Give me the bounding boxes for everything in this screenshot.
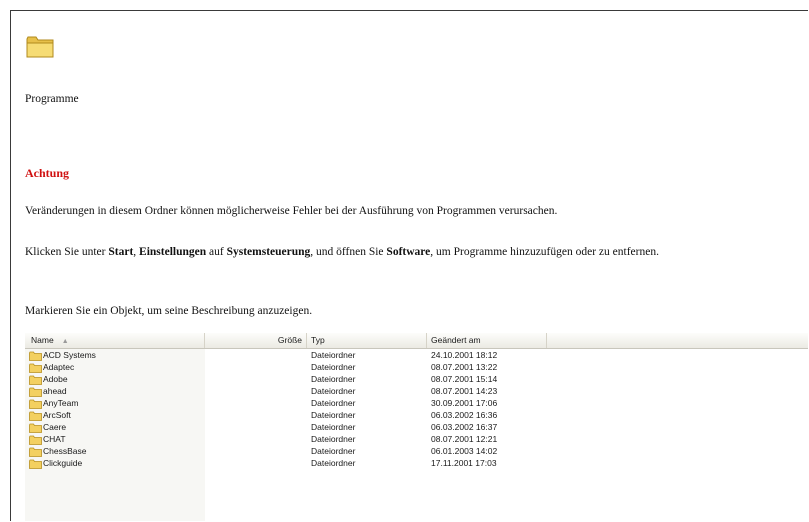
- folder-icon: [29, 387, 42, 397]
- item-modified: 08.07.2001 14:23: [431, 386, 498, 396]
- item-modified: 08.07.2001 15:14: [431, 374, 498, 384]
- item-type: Dateiordner: [311, 386, 356, 396]
- folder-icon: [29, 447, 42, 457]
- list-item[interactable]: ChessBase Dateiordner 06.01.2003 14:02: [25, 446, 808, 457]
- column-header-label: Name: [31, 335, 54, 345]
- control-panel-link[interactable]: Systemsteuerung: [227, 246, 311, 258]
- file-list[interactable]: Name ▲ Größe Typ Geändert am ACD Systems …: [25, 333, 808, 521]
- list-item[interactable]: CHAT Dateiordner 08.07.2001 12:21: [25, 434, 808, 445]
- list-item[interactable]: Adaptec Dateiordner 08.07.2001 13:22: [25, 362, 808, 373]
- instructions-text: , um Programme hinzuzufügen oder zu entf…: [430, 246, 659, 258]
- item-modified: 08.07.2001 12:21: [431, 434, 498, 444]
- item-modified: 24.10.2001 18:12: [431, 350, 498, 360]
- folder-icon: [29, 411, 42, 421]
- item-name: AnyTeam: [43, 398, 79, 408]
- item-type: Dateiordner: [311, 350, 356, 360]
- warning-text: Veränderungen in diesem Ordner können mö…: [25, 205, 558, 217]
- list-item[interactable]: ACD Systems Dateiordner 24.10.2001 18:12: [25, 350, 808, 361]
- column-header-size[interactable]: Größe: [205, 333, 307, 348]
- item-modified: 08.07.2001 13:22: [431, 362, 498, 372]
- list-item[interactable]: ahead Dateiordner 08.07.2001 14:23: [25, 386, 808, 397]
- software-link[interactable]: Software: [386, 246, 430, 258]
- item-modified: 30.09.2001 17:06: [431, 398, 498, 408]
- list-item[interactable]: Caere Dateiordner 06.03.2002 16:37: [25, 422, 808, 433]
- item-name: Adaptec: [43, 362, 75, 372]
- selection-hint: Markieren Sie ein Objekt, um seine Besch…: [25, 305, 313, 317]
- item-name: Clickguide: [43, 458, 83, 468]
- list-header: Name ▲ Größe Typ Geändert am: [25, 333, 808, 349]
- folder-icon: [26, 36, 54, 58]
- list-item[interactable]: ArcSoft Dateiordner 06.03.2002 16:36: [25, 410, 808, 421]
- list-item[interactable]: Clickguide Dateiordner 17.11.2001 17:03: [25, 458, 808, 469]
- item-type: Dateiordner: [311, 374, 356, 384]
- item-name: ACD Systems: [43, 350, 96, 360]
- folder-icon: [29, 435, 42, 445]
- item-modified: 06.03.2002 16:37: [431, 422, 498, 432]
- item-type: Dateiordner: [311, 362, 356, 372]
- item-modified: 06.03.2002 16:36: [431, 410, 498, 420]
- warning-instructions: Klicken Sie unter Start, Einstellungen a…: [25, 243, 805, 262]
- item-type: Dateiordner: [311, 410, 356, 420]
- explorer-content-pane: Programme Achtung Veränderungen in diese…: [10, 10, 808, 521]
- item-name: Caere: [43, 422, 67, 432]
- item-name: ChessBase: [43, 446, 87, 456]
- instructions-text: , und öffnen Sie: [310, 246, 387, 258]
- folder-icon: [29, 351, 42, 361]
- sort-ascending-icon: ▲: [61, 338, 69, 345]
- folder-title: Programme: [25, 93, 79, 105]
- column-header-type[interactable]: Typ: [307, 333, 427, 348]
- folder-icon: [29, 423, 42, 433]
- column-header-modified[interactable]: Geändert am: [427, 333, 547, 348]
- instructions-text: auf: [206, 246, 227, 258]
- item-name: CHAT: [43, 434, 66, 444]
- warning-title: Achtung: [25, 166, 70, 180]
- item-type: Dateiordner: [311, 398, 356, 408]
- start-link[interactable]: Start: [108, 246, 133, 258]
- item-type: Dateiordner: [311, 446, 356, 456]
- folder-icon: [29, 399, 42, 409]
- item-type: Dateiordner: [311, 422, 356, 432]
- item-name: ArcSoft: [43, 410, 71, 420]
- column-header-name[interactable]: Name ▲: [25, 333, 205, 348]
- instructions-text: Klicken Sie unter: [25, 246, 109, 258]
- list-item[interactable]: Adobe Dateiordner 08.07.2001 15:14: [25, 374, 808, 385]
- folder-icon: [29, 459, 42, 469]
- settings-link[interactable]: Einstellungen: [139, 246, 206, 258]
- item-name: Adobe: [43, 374, 68, 384]
- folder-icon: [29, 363, 42, 373]
- item-name: ahead: [43, 386, 67, 396]
- item-modified: 17.11.2001 17:03: [431, 458, 497, 468]
- item-type: Dateiordner: [311, 434, 356, 444]
- item-type: Dateiordner: [311, 458, 356, 468]
- item-modified: 06.01.2003 14:02: [431, 446, 498, 456]
- folder-icon: [29, 375, 42, 385]
- list-item[interactable]: AnyTeam Dateiordner 30.09.2001 17:06: [25, 398, 808, 409]
